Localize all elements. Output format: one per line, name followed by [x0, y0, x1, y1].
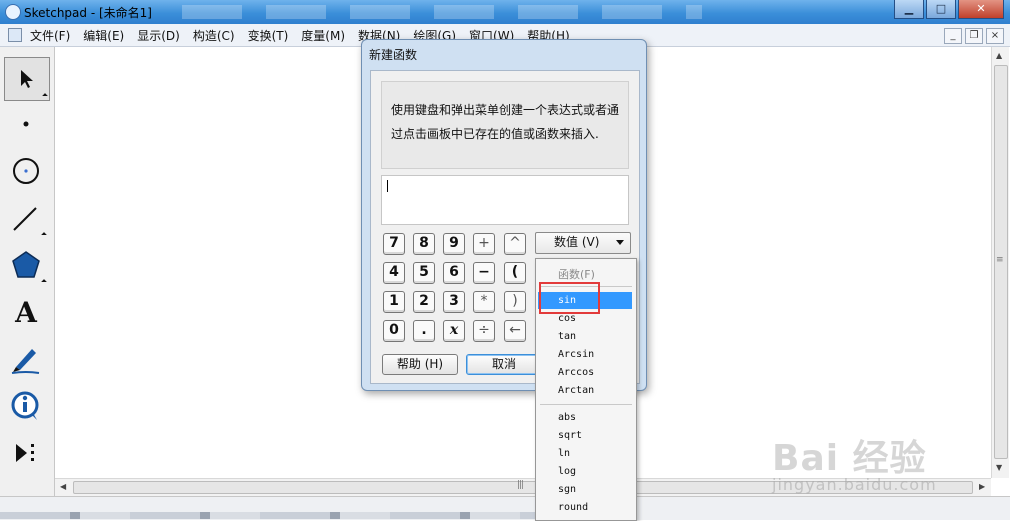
menu-item-abs[interactable]: abs — [538, 409, 632, 426]
text-a-icon: A — [15, 295, 37, 329]
dialog-title: 新建函数 — [369, 48, 418, 62]
scroll-left-icon[interactable]: ◀ — [60, 482, 66, 491]
custom-tool-icon — [16, 444, 34, 462]
menu-file[interactable]: 文件(F) — [30, 27, 70, 44]
key-3[interactable]: 3 — [443, 291, 465, 313]
key-power[interactable]: ^ — [504, 233, 526, 255]
watermark-url: jingyan.baidu.com — [772, 475, 937, 494]
menu-measure[interactable]: 度量(M) — [301, 27, 345, 44]
key-7[interactable]: 7 — [383, 233, 405, 255]
menu-item-tan[interactable]: tan — [538, 328, 632, 345]
document-icon[interactable] — [8, 28, 22, 42]
text-caret — [387, 180, 388, 192]
line-segment-icon — [13, 207, 37, 231]
vertical-scrollbar[interactable]: ▲ ≡ ▼ — [991, 47, 1009, 478]
key-backspace[interactable]: ← — [504, 320, 526, 342]
key-2[interactable]: 2 — [413, 291, 435, 313]
pentagon-icon — [12, 251, 40, 278]
tool-submenu-indicator — [41, 279, 47, 285]
key-multiply[interactable]: * — [473, 291, 495, 313]
menu-item-ln[interactable]: ln — [538, 445, 632, 462]
scroll-grip-icon: ≡ — [996, 255, 1003, 265]
menu-item-arctan[interactable]: Arctan — [538, 382, 632, 399]
menu-header: 函数(F) — [558, 268, 595, 281]
chevron-down-icon — [616, 240, 624, 245]
values-dropdown-button[interactable]: 数值 (V) — [535, 232, 631, 254]
information-tool[interactable] — [4, 385, 48, 427]
menu-item-log[interactable]: log — [538, 463, 632, 480]
key-close-paren[interactable]: ) — [504, 291, 526, 313]
scroll-up-icon[interactable]: ▲ — [996, 51, 1002, 60]
menu-item-sqrt[interactable]: sqrt — [538, 427, 632, 444]
minimize-window-button[interactable]: ▁ — [894, 0, 924, 19]
blurred-taskbar-area — [182, 5, 702, 19]
point-tool[interactable] — [4, 103, 48, 145]
key-open-paren[interactable]: ( — [504, 262, 526, 284]
key-8[interactable]: 8 — [413, 233, 435, 255]
point-icon — [23, 121, 29, 127]
circle-icon — [13, 158, 39, 184]
menu-separator — [540, 404, 632, 405]
window-title: Sketchpad - [未命名1] — [24, 6, 152, 20]
marker-pen-icon — [11, 349, 40, 374]
marker-tool[interactable] — [4, 338, 48, 380]
key-6[interactable]: 6 — [443, 262, 465, 284]
key-9[interactable]: 9 — [443, 233, 465, 255]
highlight-annotation-box — [539, 282, 600, 314]
menu-item-arcsin[interactable]: Arcsin — [538, 346, 632, 363]
polygon-tool[interactable] — [4, 244, 48, 286]
custom-tool[interactable] — [4, 432, 48, 474]
tool-submenu-indicator — [41, 232, 47, 238]
document-minimize-button[interactable]: _ — [944, 28, 962, 44]
window-controls: ▁ □ ✕ — [894, 0, 1004, 19]
watermark-brand: Bai 经验 — [772, 438, 927, 479]
cancel-button[interactable]: 取消 — [466, 354, 542, 375]
document-restore-button[interactable]: ❐ — [965, 28, 983, 44]
key-minus[interactable]: − — [473, 262, 495, 284]
scroll-grip-icon: ||| — [517, 480, 524, 490]
menu-item-arccos[interactable]: Arccos — [538, 364, 632, 381]
blurred-taskbar-strip — [0, 512, 540, 519]
text-tool[interactable]: A — [4, 291, 48, 333]
toolbox: A — [0, 47, 55, 507]
key-divide[interactable]: ÷ — [473, 320, 495, 342]
window-title-bar: Sketchpad - [未命名1] ▁ □ ✕ — [0, 0, 1010, 24]
tool-submenu-indicator — [42, 93, 48, 99]
document-close-button[interactable]: × — [986, 28, 1004, 44]
compass-tool[interactable] — [4, 150, 48, 192]
key-x[interactable]: x — [443, 320, 465, 342]
menu-construct[interactable]: 构造(C) — [193, 27, 235, 44]
info-icon — [11, 391, 39, 420]
sketchpad-app-icon — [5, 4, 21, 20]
straightedge-tool[interactable] — [4, 197, 48, 239]
menu-item-sgn[interactable]: sgn — [538, 481, 632, 498]
document-controls: _ ❐ × — [944, 28, 1004, 44]
menu-transform[interactable]: 变换(T) — [248, 27, 289, 44]
instructions-panel: 使用键盘和弹出菜单创建一个表达式或者通过点击画板中已存在的值或函数来插入. — [381, 81, 629, 169]
instructions-text: 使用键盘和弹出菜单创建一个表达式或者通过点击画板中已存在的值或函数来插入. — [391, 103, 620, 141]
key-1[interactable]: 1 — [383, 291, 405, 313]
key-plus[interactable]: + — [473, 233, 495, 255]
menu-display[interactable]: 显示(D) — [137, 27, 180, 44]
arrow-select-icon — [21, 70, 33, 88]
key-decimal[interactable]: . — [413, 320, 435, 342]
help-button[interactable]: 帮助 (H) — [382, 354, 458, 375]
maximize-window-button[interactable]: □ — [926, 0, 956, 19]
key-5[interactable]: 5 — [413, 262, 435, 284]
close-window-button[interactable]: ✕ — [958, 0, 1004, 19]
key-4[interactable]: 4 — [383, 262, 405, 284]
expression-input[interactable] — [381, 175, 629, 225]
menu-edit[interactable]: 编辑(E) — [83, 27, 124, 44]
baidu-watermark: Bai 经验 jingyan.baidu.com — [772, 425, 997, 499]
key-0[interactable]: 0 — [383, 320, 405, 342]
values-button-label: 数值 (V) — [554, 235, 600, 249]
menu-item-round[interactable]: round — [538, 499, 632, 516]
arrow-tool[interactable] — [4, 57, 50, 101]
